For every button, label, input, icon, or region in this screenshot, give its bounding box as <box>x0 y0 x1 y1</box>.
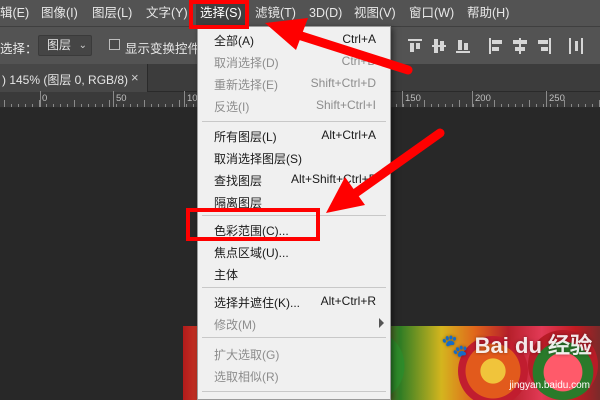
watermark-brand: 🐾 Bai du 经验 <box>441 333 592 358</box>
arrow-icon <box>265 18 413 75</box>
paw-logo-icon: 🐾 <box>441 333 469 358</box>
arrow-icon <box>326 128 445 213</box>
watermark-url: jingyan.baidu.com <box>509 380 590 391</box>
